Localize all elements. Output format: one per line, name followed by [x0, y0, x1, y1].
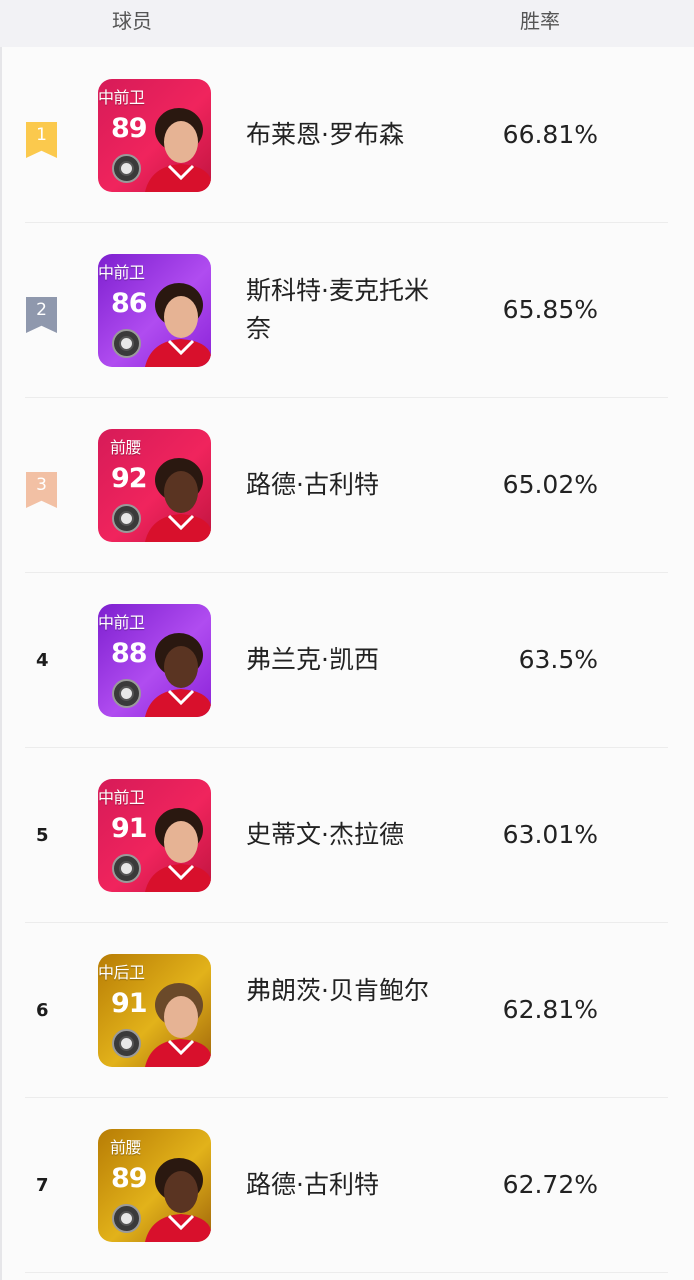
club-badge-icon: [112, 679, 141, 708]
player-portrait-icon: [145, 1158, 211, 1242]
player-name: 路德·古利特: [246, 1170, 379, 1199]
rank-number: 4: [36, 650, 49, 671]
player-card[interactable]: 中前卫 88: [98, 604, 211, 717]
player-portrait-icon: [145, 458, 211, 542]
rank-number: 2: [36, 300, 47, 320]
position-label: 中后卫: [98, 963, 145, 982]
portrait-shirt: [145, 1039, 211, 1067]
player-rating: 88: [111, 638, 148, 669]
portrait-face: [164, 821, 198, 863]
portrait-face: [164, 471, 198, 513]
winrate-value: 66.81%: [502, 120, 598, 149]
table-header: 球员 胜率: [0, 0, 694, 47]
position-label: 中前卫: [98, 788, 145, 807]
player-rating: 86: [111, 288, 148, 319]
player-card[interactable]: 中前卫 86: [98, 254, 211, 367]
rank-number: 6: [36, 1000, 49, 1021]
table-row[interactable]: 6 中后卫 91 弗朗茨·贝肯鲍尔 62.81%: [0, 923, 694, 1098]
player-name: 弗朗茨·贝肯鲍尔: [246, 976, 429, 1005]
table-row[interactable]: 3 前腰 92 路德·古利特 65.02%: [0, 398, 694, 573]
player-rating: 92: [111, 463, 148, 494]
player-column-header: 球员: [112, 9, 152, 33]
portrait-shirt: [145, 164, 211, 192]
player-card[interactable]: 前腰 89: [98, 1129, 211, 1242]
portrait-shirt: [145, 339, 211, 367]
portrait-face: [164, 996, 198, 1038]
club-badge-icon: [112, 504, 141, 533]
table-row[interactable]: 4 中前卫 88 弗兰克·凯西 63.5%: [0, 573, 694, 748]
position-label: 前腰: [110, 438, 142, 457]
player-portrait-icon: [145, 808, 211, 892]
position-label: 中前卫: [98, 613, 145, 632]
portrait-shirt: [145, 1214, 211, 1242]
portrait-shirt: [145, 689, 211, 717]
club-badge-icon: [112, 154, 141, 183]
player-rating: 91: [111, 813, 148, 844]
player-card[interactable]: 中前卫 91: [98, 779, 211, 892]
table-row[interactable]: 7 前腰 89 路德·古利特 62.72%: [0, 1098, 694, 1273]
winrate-column-header: 胜率: [520, 9, 560, 33]
player-portrait-icon: [145, 108, 211, 192]
player-rating: 91: [111, 988, 148, 1019]
player-card[interactable]: 中前卫 89: [98, 79, 211, 192]
winrate-value: 62.81%: [502, 995, 598, 1024]
portrait-face: [164, 1171, 198, 1213]
portrait-shirt: [145, 864, 211, 892]
table-row[interactable]: 5 中前卫 91 史蒂文·杰拉德 63.01%: [0, 748, 694, 923]
player-card[interactable]: 前腰 92: [98, 429, 211, 542]
winrate-value: 65.85%: [502, 295, 598, 324]
position-label: 中前卫: [98, 88, 145, 107]
rank-number: 3: [36, 475, 47, 495]
rank-ribbon-bronze: 3: [26, 472, 57, 508]
player-name: 路德·古利特: [246, 470, 379, 499]
row-divider: [25, 1272, 668, 1273]
rank-number: 5: [36, 825, 49, 846]
player-portrait-icon: [145, 983, 211, 1067]
winrate-value: 65.02%: [502, 470, 598, 499]
player-card[interactable]: 中后卫 91: [98, 954, 211, 1067]
portrait-shirt: [145, 514, 211, 542]
player-name: 弗兰克·凯西: [246, 645, 379, 674]
player-rating: 89: [111, 1163, 148, 1194]
portrait-face: [164, 646, 198, 688]
portrait-face: [164, 121, 198, 163]
player-portrait-icon: [145, 633, 211, 717]
club-badge-icon: [112, 1204, 141, 1233]
portrait-face: [164, 296, 198, 338]
winrate-value: 63.5%: [518, 645, 598, 674]
club-badge-icon: [112, 1029, 141, 1058]
table-row[interactable]: 1 中前卫 89 布莱恩·罗布森 66.81%: [0, 48, 694, 223]
player-name: 布莱恩·罗布森: [246, 120, 404, 149]
player-portrait-icon: [145, 283, 211, 367]
table-row[interactable]: 2 中前卫 86 斯科特·麦克托米奈 65.85%: [0, 223, 694, 398]
position-label: 中前卫: [98, 263, 145, 282]
club-badge-icon: [112, 329, 141, 358]
rank-number: 7: [36, 1175, 49, 1196]
player-name: 斯科特·麦克托米奈: [246, 276, 429, 343]
club-badge-icon: [112, 854, 141, 883]
player-rating: 89: [111, 113, 148, 144]
winrate-value: 62.72%: [502, 1170, 598, 1199]
position-label: 前腰: [110, 1138, 142, 1157]
winrate-value: 63.01%: [502, 820, 598, 849]
rank-ribbon-gold: 1: [26, 122, 57, 158]
rank-number: 1: [36, 125, 47, 145]
rank-ribbon-silver: 2: [26, 297, 57, 333]
player-name: 史蒂文·杰拉德: [246, 820, 404, 849]
